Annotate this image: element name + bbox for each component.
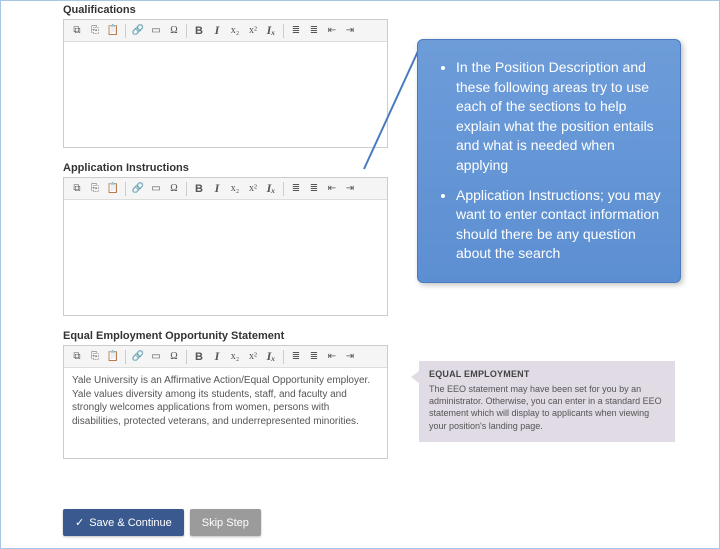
toolbar-separator: [125, 24, 126, 38]
italic-icon[interactable]: I: [208, 23, 226, 39]
indent-icon[interactable]: ⇥: [341, 181, 359, 197]
superscript-icon[interactable]: x²: [244, 349, 262, 365]
copy-icon[interactable]: ⎘: [86, 349, 104, 365]
toolbar-separator: [283, 182, 284, 196]
outdent-icon[interactable]: ⇤: [323, 23, 341, 39]
skip-step-label: Skip Step: [202, 517, 249, 529]
toolbar-separator: [186, 182, 187, 196]
indent-icon[interactable]: ⇥: [341, 23, 359, 39]
image-icon[interactable]: ▭: [147, 23, 165, 39]
outdent-icon[interactable]: ⇤: [323, 349, 341, 365]
editor-toolbar: ⧉ ⎘ 📋 🔗 ▭ Ω B I x₂ x² Iₓ ≣ ≣ ⇤ ⇥: [64, 20, 387, 42]
eeo-editor: ⧉ ⎘ 📋 🔗 ▭ Ω B I x₂ x² Iₓ ≣ ≣ ⇤ ⇥ Yale Un…: [63, 345, 388, 459]
bold-icon[interactable]: B: [190, 181, 208, 197]
bold-icon[interactable]: B: [190, 23, 208, 39]
application-instructions-editor: ⧉ ⎘ 📋 🔗 ▭ Ω B I x₂ x² Iₓ ≣ ≣ ⇤ ⇥: [63, 177, 388, 316]
save-continue-label: Save & Continue: [89, 517, 172, 529]
eeo-title: Equal Employment Opportunity Statement: [63, 330, 393, 342]
toolbar-separator: [186, 350, 187, 364]
section-qualifications: Qualifications ⧉ ⎘ 📋 🔗 ▭ Ω B I x₂ x² Iₓ …: [63, 4, 393, 148]
ol-icon[interactable]: ≣: [305, 181, 323, 197]
italic-icon[interactable]: I: [208, 181, 226, 197]
paste-icon[interactable]: 📋: [104, 23, 122, 39]
bold-icon[interactable]: B: [190, 349, 208, 365]
link-icon[interactable]: 🔗: [129, 23, 147, 39]
copy-icon[interactable]: ⎘: [86, 181, 104, 197]
image-icon[interactable]: ▭: [147, 349, 165, 365]
callout-bullet: Application Instructions; you may want t…: [456, 186, 662, 264]
subscript-icon[interactable]: x₂: [226, 23, 244, 39]
toolbar-separator: [283, 24, 284, 38]
qualifications-title: Qualifications: [63, 4, 393, 16]
copy-icon[interactable]: ⎘: [86, 23, 104, 39]
ol-icon[interactable]: ≣: [305, 23, 323, 39]
superscript-icon[interactable]: x²: [244, 23, 262, 39]
section-eeo: Equal Employment Opportunity Statement ⧉…: [63, 330, 393, 459]
source-icon[interactable]: ⧉: [68, 349, 86, 365]
section-application-instructions: Application Instructions ⧉ ⎘ 📋 🔗 ▭ Ω B I…: [63, 162, 393, 316]
qualifications-editor: ⧉ ⎘ 📋 🔗 ▭ Ω B I x₂ x² Iₓ ≣ ≣ ⇤ ⇥: [63, 19, 388, 148]
ul-icon[interactable]: ≣: [287, 23, 305, 39]
toolbar-separator: [125, 182, 126, 196]
eeo-hint-text: The EEO statement may have been set for …: [429, 383, 665, 432]
ol-icon[interactable]: ≣: [305, 349, 323, 365]
eeo-hint-box: EQUAL EMPLOYMENT The EEO statement may h…: [419, 361, 675, 442]
application-instructions-title: Application Instructions: [63, 162, 393, 174]
save-continue-button[interactable]: ✓ Save & Continue: [63, 509, 184, 536]
superscript-icon[interactable]: x²: [244, 181, 262, 197]
link-icon[interactable]: 🔗: [129, 181, 147, 197]
editor-toolbar: ⧉ ⎘ 📋 🔗 ▭ Ω B I x₂ x² Iₓ ≣ ≣ ⇤ ⇥: [64, 178, 387, 200]
link-icon[interactable]: 🔗: [129, 349, 147, 365]
toolbar-separator: [186, 24, 187, 38]
clearformat-icon[interactable]: Iₓ: [262, 349, 280, 365]
subscript-icon[interactable]: x₂: [226, 349, 244, 365]
skip-step-button[interactable]: Skip Step: [190, 509, 261, 536]
instruction-callout: In the Position Description and these fo…: [417, 39, 681, 283]
outdent-icon[interactable]: ⇤: [323, 181, 341, 197]
omega-icon[interactable]: Ω: [165, 181, 183, 197]
eeo-textarea[interactable]: Yale University is an Affirmative Action…: [64, 368, 387, 458]
callout-bullet: In the Position Description and these fo…: [456, 58, 662, 176]
qualifications-textarea[interactable]: [64, 42, 387, 147]
paste-icon[interactable]: 📋: [104, 181, 122, 197]
source-icon[interactable]: ⧉: [68, 181, 86, 197]
ul-icon[interactable]: ≣: [287, 349, 305, 365]
eeo-hint-title: EQUAL EMPLOYMENT: [429, 368, 665, 380]
subscript-icon[interactable]: x₂: [226, 181, 244, 197]
omega-icon[interactable]: Ω: [165, 23, 183, 39]
ul-icon[interactable]: ≣: [287, 181, 305, 197]
application-instructions-textarea[interactable]: [64, 200, 387, 315]
clearformat-icon[interactable]: Iₓ: [262, 23, 280, 39]
editor-toolbar: ⧉ ⎘ 📋 🔗 ▭ Ω B I x₂ x² Iₓ ≣ ≣ ⇤ ⇥: [64, 346, 387, 368]
toolbar-separator: [125, 350, 126, 364]
image-icon[interactable]: ▭: [147, 181, 165, 197]
toolbar-separator: [283, 350, 284, 364]
check-icon: ✓: [75, 516, 84, 529]
omega-icon[interactable]: Ω: [165, 349, 183, 365]
source-icon[interactable]: ⧉: [68, 23, 86, 39]
paste-icon[interactable]: 📋: [104, 349, 122, 365]
clearformat-icon[interactable]: Iₓ: [262, 181, 280, 197]
indent-icon[interactable]: ⇥: [341, 349, 359, 365]
italic-icon[interactable]: I: [208, 349, 226, 365]
